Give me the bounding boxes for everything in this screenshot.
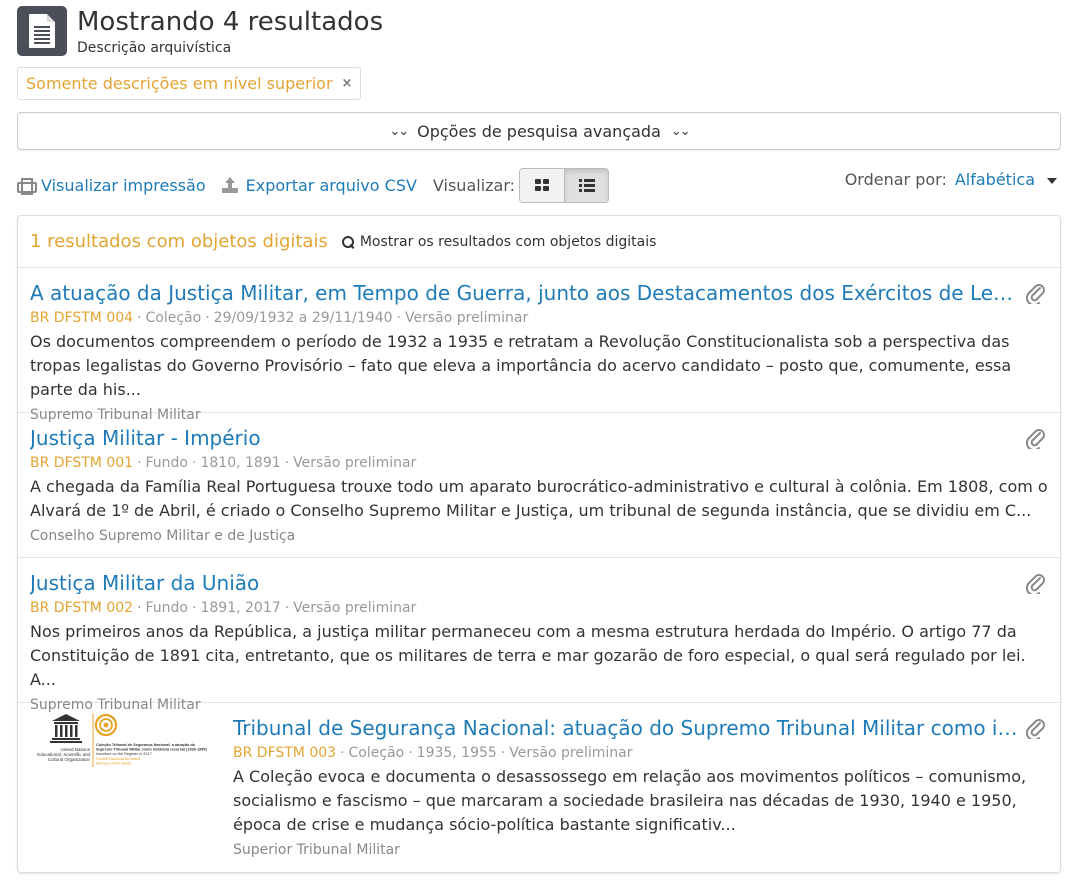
thumb-mow-line: Comitê Nacional do Brasil bbox=[96, 757, 140, 761]
remove-filter-icon[interactable]: × bbox=[342, 76, 353, 91]
publication-status: Versão preliminar bbox=[293, 455, 417, 471]
dates: 1935, 1955 bbox=[416, 745, 497, 761]
result-title-link[interactable]: Tribunal de Segurança Nacional: atuação … bbox=[233, 715, 1018, 741]
document-icon bbox=[17, 6, 67, 56]
thumb-text-line: Supremo Tribunal Militar como instância … bbox=[96, 748, 208, 752]
thumb-text-line: Inscribed on the Register in 2017 bbox=[96, 752, 152, 756]
level-of-description: Coleção bbox=[145, 310, 202, 326]
show-digital-objects-link[interactable]: Mostrar os resultados com objetos digita… bbox=[341, 233, 657, 250]
print-icon bbox=[17, 178, 37, 195]
reference-code: BR DFSTM 001 bbox=[30, 455, 134, 471]
digital-objects-summary: 1 resultados com objetos digitais Mostra… bbox=[18, 216, 1060, 268]
results-panel: 1 resultados com objetos digitais Mostra… bbox=[17, 215, 1061, 873]
result-description: Nos primeiros anos da República, a justi… bbox=[30, 622, 1026, 689]
publication-status: Versão preliminar bbox=[404, 310, 529, 326]
print-preview-label: Visualizar impressão bbox=[41, 175, 206, 195]
page-title: Mostrando 4 resultados bbox=[77, 7, 384, 37]
result-item: United Nations Educational, Scientific a… bbox=[18, 703, 1060, 872]
result-title-link[interactable]: Justiça Militar - Império bbox=[30, 425, 1018, 451]
result-item: A atuação da Justiça Militar, em Tempo d… bbox=[18, 268, 1060, 423]
paperclip-icon[interactable] bbox=[1026, 717, 1046, 739]
paperclip-icon[interactable] bbox=[1026, 572, 1046, 594]
result-title-link[interactable]: A atuação da Justiça Militar, em Tempo d… bbox=[30, 280, 1018, 306]
result-meta: BR DFSTM 004 · Coleção · 29/09/1932 a 29/11/… bbox=[30, 310, 529, 326]
result-meta: BR DFSTM 003 · Coleção · 1935, 1955 · Versão p… bbox=[233, 745, 633, 761]
view-toggle bbox=[519, 167, 610, 203]
thumb-org-line: Cultural Organization bbox=[48, 757, 91, 762]
page-subtitle: Descrição arquivística bbox=[77, 40, 232, 56]
memory-of-world-logo-icon bbox=[94, 713, 118, 737]
view-label: Visualizar: bbox=[432, 175, 516, 195]
sort-dropdown[interactable]: Ordenar por: Alfabética bbox=[845, 170, 1057, 189]
advanced-search-toggle[interactable]: ⌄⌄ Opções de pesquisa avançada ⌄⌄ bbox=[17, 112, 1061, 150]
caret-down-icon bbox=[1047, 177, 1057, 184]
search-icon bbox=[341, 235, 354, 248]
result-description: A Coleção evoca e documenta o desassosse… bbox=[233, 767, 1027, 834]
paperclip-icon[interactable] bbox=[1026, 427, 1046, 449]
reference-code: BR DFSTM 002 bbox=[30, 600, 134, 616]
dates: 29/09/1932 a 29/11/1940 bbox=[213, 310, 393, 326]
double-chevron-down-icon: ⌄⌄ bbox=[670, 123, 691, 139]
result-repository: Superior Tribunal Militar bbox=[233, 842, 400, 858]
card-view-button[interactable] bbox=[520, 168, 565, 202]
reference-code: BR DFSTM 004 bbox=[30, 310, 134, 326]
publication-status: Versão preliminar bbox=[509, 745, 633, 761]
level-of-description: Coleção bbox=[348, 745, 405, 761]
reference-code: BR DFSTM 003 bbox=[233, 745, 337, 761]
result-meta: BR DFSTM 001 · Fundo · 1810, 1891 · Versão pre… bbox=[30, 455, 417, 471]
double-chevron-down-icon: ⌄⌄ bbox=[389, 123, 409, 139]
result-description: A chegada da Família Real Portuguesa tro… bbox=[30, 477, 1048, 520]
level-of-description: Fundo bbox=[145, 600, 189, 616]
thumb-text-line: Coleção Tribunal de Segurança Nacional: … bbox=[96, 743, 196, 747]
publication-status: Versão preliminar bbox=[293, 600, 417, 616]
digital-objects-count: 1 resultados com objetos digitais bbox=[30, 231, 328, 252]
result-description: Os documentos compreendem o período de 1… bbox=[30, 332, 1012, 399]
table-view-button[interactable] bbox=[564, 168, 609, 202]
level-of-description: Fundo bbox=[145, 455, 189, 471]
result-repository: Conselho Supremo Militar e de Justiça bbox=[30, 528, 296, 544]
result-item: Justiça Militar - Império BR DFSTM 001 · F… bbox=[18, 413, 1060, 558]
result-item: Justiça Militar da União BR DFSTM 002 · Fu… bbox=[18, 558, 1060, 713]
paperclip-icon[interactable] bbox=[1026, 282, 1046, 304]
result-meta: BR DFSTM 002 · Fundo · 1891, 2017 · Versão pre… bbox=[30, 600, 417, 616]
upload-icon bbox=[221, 177, 238, 193]
sort-value: Alfabética bbox=[954, 170, 1035, 189]
dates: 1810, 1891 bbox=[200, 455, 281, 471]
print-preview-link[interactable]: Visualizar impressão bbox=[17, 176, 206, 195]
list-icon bbox=[578, 178, 595, 192]
results-toolbar: Visualizar impressão Exportar arquivo CS… bbox=[17, 167, 610, 203]
filter-tag-top-level: Somente descrições em nível superior × bbox=[17, 67, 362, 100]
export-csv-label: Exportar arquivo CSV bbox=[245, 175, 417, 195]
filter-tag-label: Somente descrições em nível superior bbox=[26, 74, 333, 93]
show-digital-objects-label: Mostrar os resultados com objetos digita… bbox=[359, 233, 657, 250]
sort-label: Ordenar por: bbox=[844, 170, 947, 189]
advanced-search-label: Opções de pesquisa avançada bbox=[417, 121, 661, 141]
export-csv-link[interactable]: Exportar arquivo CSV bbox=[221, 175, 417, 195]
dates: 1891, 2017 bbox=[200, 600, 281, 616]
result-title-link[interactable]: Justiça Militar da União bbox=[30, 570, 1018, 596]
result-thumbnail[interactable]: United Nations Educational, Scientific a… bbox=[30, 711, 220, 781]
thumb-mow-line: Memory of the World bbox=[96, 762, 131, 766]
page-header: Mostrando 4 resultados Descrição arquiví… bbox=[17, 6, 383, 56]
unesco-logo-icon bbox=[50, 714, 82, 743]
grid-icon bbox=[535, 179, 550, 191]
